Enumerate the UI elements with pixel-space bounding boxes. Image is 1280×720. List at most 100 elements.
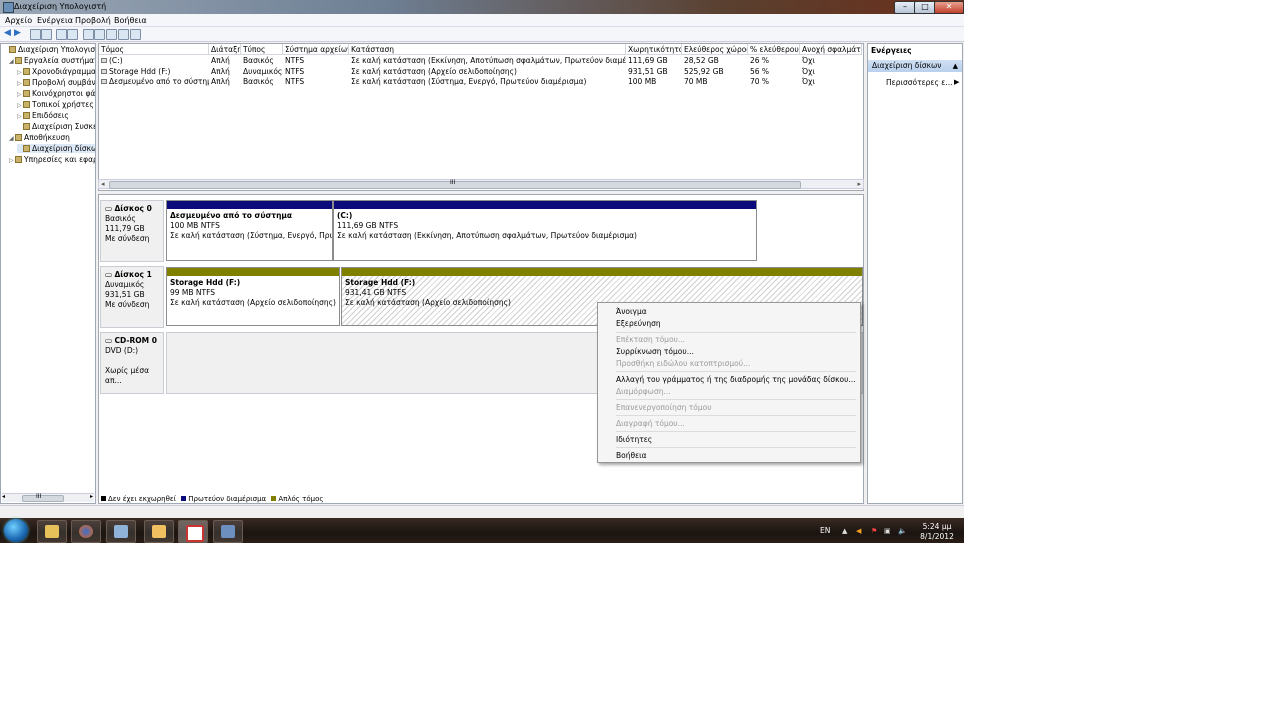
volume-icon bbox=[101, 68, 107, 74]
partition-storage-f-small[interactable]: Storage Hdd (F:) 99 MB NTFS Σε καλή κατάστ… bbox=[166, 267, 340, 326]
more-actions-item[interactable]: Περισσότερες ε... ▶ bbox=[886, 78, 959, 87]
partition-status: Σε καλή κατάσταση (Εκκίνηση, Αποτύπωση σ… bbox=[337, 231, 637, 240]
close-button[interactable]: ✕ bbox=[934, 1, 964, 14]
column-header[interactable]: Τόμος bbox=[99, 44, 209, 55]
volume-icon[interactable]: 🔈 bbox=[898, 527, 907, 535]
partition-bar bbox=[342, 268, 862, 276]
up-folder-icon[interactable] bbox=[30, 29, 41, 40]
disk-1-status: Με σύνδεση bbox=[105, 300, 150, 309]
tree-scroll-thumb[interactable]: III bbox=[22, 493, 64, 502]
column-header[interactable]: Τύπος bbox=[241, 44, 283, 55]
scroll-grip: III bbox=[36, 493, 42, 500]
tree-item[interactable]: ▷ Χρονοδιάγραμμα bbox=[17, 67, 95, 76]
menu-action[interactable]: Ενέργεια bbox=[37, 16, 73, 25]
partition-c[interactable]: (C:) 111,69 GB NTFS Σε καλή κατάσταση (Εκκ… bbox=[333, 200, 757, 261]
separator bbox=[616, 371, 856, 372]
disk-0-status: Με σύνδεση bbox=[105, 234, 150, 243]
tree-item[interactable]: ◢Εργαλεία συστήματος bbox=[9, 56, 95, 65]
export-icon[interactable] bbox=[130, 29, 141, 40]
show-hidden-icons[interactable]: ▲ bbox=[842, 527, 847, 535]
table-row[interactable]: Δεσμευμένο από το σύστημα Απλή Βασικός NTFS… bbox=[99, 77, 863, 87]
actions-section-disk-management[interactable]: Διαχείριση δίσκων ▲ bbox=[868, 60, 962, 72]
delete-icon[interactable] bbox=[106, 29, 117, 40]
ctx-add-mirror[interactable]: Προσθήκη ειδώλου κατοπτρισμού... bbox=[616, 359, 750, 368]
taskbar-computer[interactable] bbox=[106, 520, 136, 543]
tree-node-icon bbox=[15, 134, 22, 141]
scroll-right-icon[interactable]: ▸ bbox=[90, 493, 93, 500]
column-header[interactable]: Κατάσταση bbox=[349, 44, 626, 55]
table-cell: Storage Hdd (F:) bbox=[109, 66, 171, 76]
tree-item[interactable]: ▷ Επιδόσεις bbox=[17, 111, 69, 120]
ctx-delete-volume[interactable]: Διαγραφή τόμου... bbox=[616, 419, 685, 428]
column-header[interactable]: Ανοχή σφαλμάτ bbox=[800, 44, 862, 55]
tree-item[interactable]: ▷ Προβολή συμβάντ bbox=[17, 78, 96, 87]
cdrom-0-label[interactable]: ▭ CD-ROM 0 DVD (D:) Χωρίς μέσα απ... bbox=[100, 332, 164, 394]
maximize-button[interactable]: □ bbox=[914, 1, 936, 14]
partition-system-reserved[interactable]: Δεσμευμένο από το σύστημα 100 MB NTFS Σε κ… bbox=[166, 200, 333, 261]
ctx-format[interactable]: Διαμόρφωση... bbox=[616, 387, 671, 396]
network-tray-icon[interactable]: ▣ bbox=[884, 527, 891, 535]
connect-icon[interactable] bbox=[94, 29, 105, 40]
table-cell: NTFS bbox=[285, 56, 305, 65]
ctx-open[interactable]: Άνοιγμα bbox=[616, 307, 647, 316]
start-button[interactable] bbox=[4, 519, 28, 542]
column-header[interactable]: Ελεύθερος χώρος bbox=[682, 44, 748, 55]
tree-item[interactable]: ▷ Τοπικοί χρήστες κ bbox=[17, 100, 95, 109]
ctx-explore[interactable]: Εξερεύνηση bbox=[616, 319, 661, 328]
ctx-shrink-volume[interactable]: Συρρίκνωση τόμου... bbox=[616, 347, 694, 356]
search-icon[interactable] bbox=[118, 29, 129, 40]
tree-item-label: Προβολή συμβάντ bbox=[32, 78, 96, 87]
scroll-left-icon[interactable]: ◂ bbox=[2, 493, 5, 500]
menu-view[interactable]: Προβολή bbox=[75, 16, 111, 25]
taskbar-firefox[interactable] bbox=[71, 520, 101, 543]
ctx-extend-volume[interactable]: Επέκταση τόμου... bbox=[616, 335, 685, 344]
tree-item[interactable]: ◢ Αποθήκευση bbox=[9, 133, 70, 142]
column-header[interactable]: Διάταξη bbox=[209, 44, 241, 55]
language-indicator[interactable]: EN bbox=[820, 526, 830, 535]
properties-icon[interactable] bbox=[83, 29, 94, 40]
tree-item[interactable]: ▷ Υπηρεσίες και εφαρμ bbox=[9, 155, 95, 164]
volume-list-scroll-thumb[interactable]: III bbox=[109, 179, 801, 189]
clock[interactable]: 5:24 μμ 8/1/2012 bbox=[916, 522, 958, 542]
taskbar-network[interactable] bbox=[213, 520, 243, 543]
tree-item[interactable]: ▷ Κοινόχρηστοι φάκ bbox=[17, 89, 95, 98]
help-icon[interactable] bbox=[56, 29, 67, 40]
tray-app-icon[interactable]: ◀ bbox=[856, 527, 861, 535]
forward-arrow-icon[interactable]: ▶ bbox=[14, 29, 23, 38]
column-header[interactable]: % ελεύθερου bbox=[748, 44, 800, 55]
show-hide-tree-icon[interactable] bbox=[41, 29, 52, 40]
tree-horizontal-scrollbar[interactable]: ◂ III ▸ bbox=[2, 493, 94, 502]
minimize-button[interactable]: – bbox=[894, 1, 916, 14]
taskbar-app[interactable] bbox=[144, 520, 174, 543]
show-hide-action-pane-icon[interactable] bbox=[67, 29, 78, 40]
menu-file[interactable]: Αρχείο bbox=[5, 16, 32, 25]
column-header[interactable]: Χωρητικότητα bbox=[626, 44, 682, 55]
menu-help[interactable]: Βοήθεια bbox=[114, 16, 147, 25]
action-center-icon[interactable]: ⚑ bbox=[871, 527, 877, 535]
partition-status: Σε καλή κατάσταση (Αρχείο σελιδοποίησης) bbox=[170, 298, 336, 307]
scroll-right-icon[interactable]: ▸ bbox=[857, 180, 861, 188]
disk-0-label[interactable]: ▭ Δίσκος 0 Βασικός 111,79 GB Με σύνδεση bbox=[100, 200, 164, 262]
volume-list-horizontal-scrollbar[interactable]: ◂ III ▸ bbox=[98, 179, 864, 189]
table-row[interactable]: (C:) Απλή Βασικός NTFS Σε καλή κατάσταση (Εκ… bbox=[99, 56, 863, 66]
column-header[interactable]: Σύστημα αρχείων bbox=[283, 44, 349, 55]
ctx-change-drive-letter[interactable]: Αλλαγή του γράμματος ή της διαδρομής της… bbox=[616, 375, 856, 384]
partition-size: 99 MB NTFS bbox=[170, 288, 216, 297]
taskbar-explorer[interactable] bbox=[37, 520, 67, 543]
ctx-help[interactable]: Βοήθεια bbox=[616, 451, 647, 460]
tree-item[interactable]: Διαχείριση δίσκων bbox=[17, 144, 95, 153]
back-arrow-icon[interactable]: ◀ bbox=[4, 29, 13, 38]
table-cell: Όχι bbox=[802, 77, 815, 86]
tree-item[interactable]: Διαχείριση Συσκευ bbox=[17, 122, 95, 131]
disk-1-label[interactable]: ▭ Δίσκος 1 Δυναμικός 931,51 GB Με σύνδεσ… bbox=[100, 266, 164, 328]
tree-item[interactable]: Διαχείριση Υπολογιστή bbox=[3, 45, 96, 54]
table-row[interactable]: Storage Hdd (F:) Απλή Δυναμικός NTFS Σε καλή… bbox=[99, 67, 863, 77]
table-cell: Απλή bbox=[211, 77, 230, 86]
tree-item-label: Διαχείριση Υπολογιστή bbox=[18, 45, 96, 54]
window-titlebar[interactable]: Διαχείριση Υπολογιστή – □ ✕ bbox=[0, 0, 964, 14]
ctx-properties[interactable]: Ιδιότητες bbox=[616, 435, 652, 444]
taskbar-computer-management[interactable] bbox=[178, 520, 208, 543]
submenu-arrow-icon: ▶ bbox=[954, 78, 960, 86]
scroll-left-icon[interactable]: ◂ bbox=[101, 180, 105, 188]
ctx-reactivate-volume[interactable]: Επανενεργοποίηση τόμου bbox=[616, 403, 712, 412]
